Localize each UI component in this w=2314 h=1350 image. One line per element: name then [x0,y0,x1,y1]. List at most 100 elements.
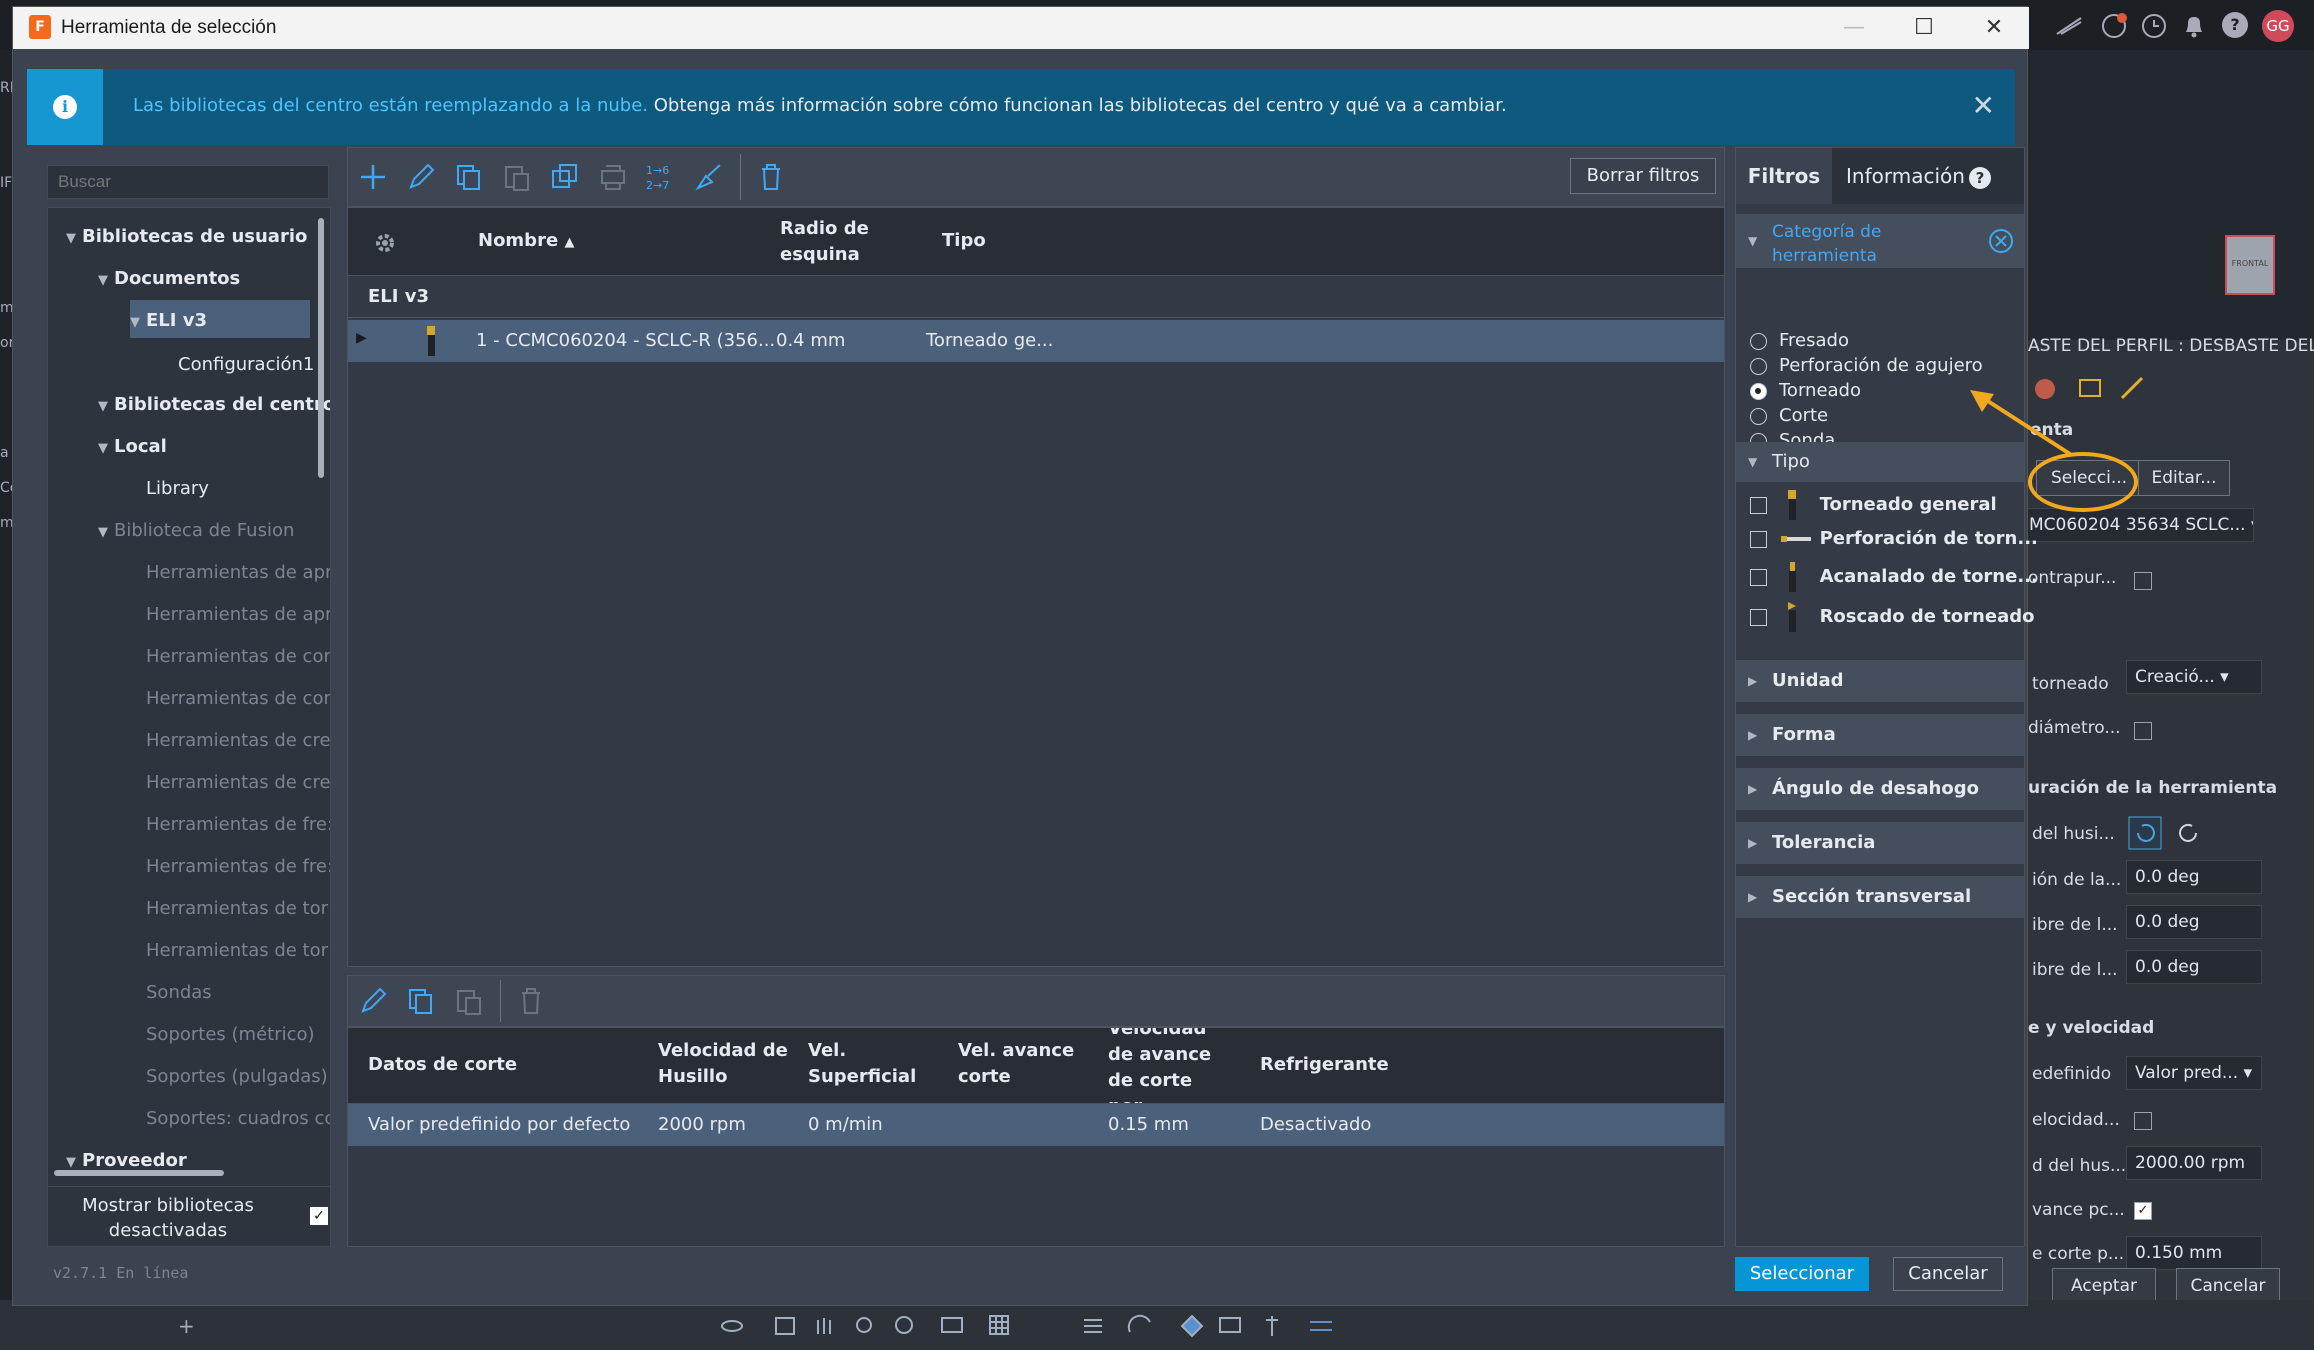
tree-item[interactable]: Herramientas de cre [146,730,330,751]
bell-icon[interactable] [2181,12,2207,40]
table-row[interactable]: ▶ 1 - CCMC060204 - SCLC-R (356... 0.4 mm… [348,320,1724,362]
checkbox[interactable] [2134,1112,2152,1130]
show-disabled-checkbox[interactable]: ✓ [310,1207,328,1225]
cleanup-icon[interactable] [694,162,724,192]
tree-item[interactable]: Herramientas de cor [146,646,330,667]
edit-tool-button[interactable]: Editar... [2138,460,2230,496]
filter-section-header[interactable]: ▶ Unidad [1736,660,2024,702]
clock-icon[interactable] [2140,12,2168,40]
preset-select[interactable]: Valor pred... ▾ [2126,1056,2262,1090]
renumber-icon[interactable]: 1→62→7 [644,162,678,192]
search-input[interactable] [47,165,329,199]
geometry-tab-icon[interactable] [2076,374,2104,402]
category-option[interactable]: Torneado [1750,380,1861,401]
tree-item[interactable]: ▼ Biblioteca de Fusion [98,520,294,541]
cancel-op-button[interactable]: Cancelar [2176,1268,2280,1304]
radio-button[interactable] [1750,382,1767,400]
tree-item[interactable]: Soportes (pulgadas) [146,1066,328,1087]
filter-section-header[interactable]: ▶ Forma [1736,714,2024,756]
job-status-icon[interactable] [2100,12,2128,40]
checkbox[interactable] [1750,608,1767,626]
navigation-tools[interactable] [720,1312,1340,1340]
edit-icon[interactable] [358,986,388,1016]
add-icon[interactable] [358,162,388,192]
chevron-down-icon[interactable]: ▼ [130,315,146,330]
tab-filters[interactable]: Filtros [1736,148,1832,204]
copy-icon[interactable] [454,162,484,192]
tree-item[interactable]: Configuración1 [178,354,314,375]
paste-icon[interactable] [502,162,532,192]
type-option[interactable]: Acanalado de torne... [1750,560,2038,594]
tree-item[interactable]: Sondas [146,982,212,1003]
print-icon[interactable] [598,162,628,192]
turning-mode-select[interactable]: Creació... ▾ [2126,660,2262,694]
edit-icon[interactable] [406,162,436,192]
checkbox[interactable] [2134,572,2152,590]
avatar[interactable]: GG [2262,10,2294,42]
expand-icon[interactable]: ▶ [356,330,367,346]
radio-button[interactable] [1750,357,1767,375]
tree-item[interactable]: ▼ Bibliotecas de usuario [66,226,307,247]
maximize-icon[interactable]: ☐ [1889,7,1959,49]
chevron-down-icon[interactable]: ▼ [66,231,82,246]
clear-category-icon[interactable] [1988,228,2014,254]
col-header-spindle[interactable]: Velocidad de Husillo [658,1038,788,1090]
chevron-down-icon[interactable]: ▼ [98,525,114,540]
category-option[interactable]: Perforación de agujero [1750,355,1983,376]
gear-icon[interactable] [372,230,398,256]
tab-info[interactable]: Información? [1846,148,1991,204]
filter-section-header[interactable]: ▶ Ángulo de desahogo [1736,768,2024,810]
tree-scrollbar[interactable] [318,218,324,478]
tree-item[interactable]: Herramientas de cor [146,688,330,709]
type-option[interactable]: Torneado general [1750,488,1997,522]
view-cube[interactable]: FRONTAL [2225,235,2275,295]
angle-field[interactable]: 0.0 deg [2126,860,2262,894]
tree-item[interactable]: ▼ Documentos [98,268,240,289]
category-option[interactable]: Corte [1750,405,1828,426]
col-header-preset[interactable]: Datos de corte [368,1052,517,1078]
type-option[interactable]: Perforación de torn... [1750,528,2038,549]
add-icon[interactable]: + [178,1314,195,1338]
tree-item[interactable]: Soportes: cuadros cc [146,1108,330,1129]
pen-icon[interactable] [2055,16,2083,36]
rotate-ccw-icon[interactable] [2172,816,2206,850]
paste-icon[interactable] [454,986,484,1016]
col-header-surface[interactable]: Vel. Superficial [808,1038,918,1090]
help-icon[interactable]: ? [2222,12,2248,38]
radio-button[interactable] [1750,332,1767,350]
trash-icon[interactable] [756,162,786,192]
tree-item[interactable]: Herramientas de apr [146,562,330,583]
tree-item[interactable]: ▼ Local [98,436,167,457]
duplicate-icon[interactable] [550,162,580,192]
col-header-feed[interactable]: Vel. avance corte [958,1038,1078,1090]
accept-button[interactable]: Aceptar [2052,1268,2156,1304]
angle-field[interactable]: 0.0 deg [2126,950,2262,984]
chevron-down-icon[interactable]: ▼ [98,399,114,414]
tool-value-field[interactable]: MC060204 35634 SCLC... ▾ [2020,508,2254,542]
tree-item[interactable]: Herramientas de apr [146,604,330,625]
angle-field[interactable]: 0.0 deg [2126,905,2262,939]
col-header-type[interactable]: Tipo [942,228,986,254]
col-header-name[interactable]: Nombre ▲ [478,228,574,256]
col-header-feed-per-rev[interactable]: Velocidad de avance de corte por revoluc… [1108,1028,1228,1103]
chevron-down-icon[interactable]: ▼ [98,273,114,288]
tree-item[interactable]: Herramientas de tor [146,898,328,919]
banner-link[interactable]: Las bibliotecas del centro están reempla… [133,95,648,116]
passes-tab-icon[interactable] [2118,374,2146,402]
close-icon[interactable]: ✕ [1959,7,2029,49]
select-button[interactable]: Seleccionar [1735,1257,1869,1291]
type-option[interactable]: Roscado de torneado [1750,600,2034,634]
tree-item[interactable]: Herramientas de cre [146,772,330,793]
chevron-down-icon[interactable]: ▼ [98,441,114,456]
minimize-icon[interactable]: — [1819,7,1889,49]
tree-hscrollbar[interactable] [54,1170,224,1176]
category-option[interactable]: Fresado [1750,330,1849,351]
tree-item[interactable]: ▼ Bibliotecas del centro [98,394,330,415]
filter-section-header[interactable]: ▶ Sección transversal [1736,876,2024,918]
checkbox[interactable] [1750,568,1767,586]
col-header-radius[interactable]: Radio de esquina [780,216,900,268]
spindle-field[interactable]: 2000.00 rpm [2126,1146,2262,1180]
checkbox[interactable] [1750,496,1767,514]
radio-button[interactable] [1750,407,1767,425]
banner-close-icon[interactable]: ✕ [1972,89,1995,122]
